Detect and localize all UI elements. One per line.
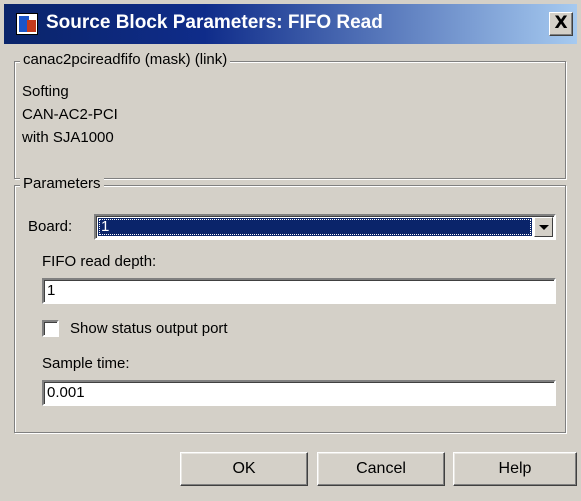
fifo-read-depth-label: FIFO read depth: xyxy=(42,253,157,270)
description-line-1: Softing xyxy=(22,83,69,100)
simulink-block-icon xyxy=(16,13,38,35)
window-title: Source Block Parameters: FIFO Read xyxy=(46,12,383,33)
description-legend: canac2pcireadfifo (mask) (link) xyxy=(20,51,231,68)
sample-time-label: Sample time: xyxy=(42,355,130,372)
description-line-3: with SJA1000 xyxy=(22,129,114,146)
parameters-legend: Parameters xyxy=(20,175,104,192)
help-button[interactable]: Help xyxy=(453,452,577,486)
chevron-down-icon xyxy=(539,225,549,230)
description-line-2: CAN-AC2-PCI xyxy=(22,106,118,123)
dialog-window: Source Block Parameters: FIFO Read X can… xyxy=(0,0,581,501)
show-status-checkbox[interactable] xyxy=(42,320,59,337)
close-button[interactable]: X xyxy=(549,12,573,36)
sample-time-input[interactable]: 0.001 xyxy=(42,380,556,406)
title-bar[interactable]: Source Block Parameters: FIFO Read X xyxy=(4,4,577,44)
cancel-button[interactable]: Cancel xyxy=(317,452,445,486)
board-selected-value: 1 xyxy=(98,218,532,236)
ok-button[interactable]: OK xyxy=(180,452,308,486)
board-label: Board: xyxy=(28,218,73,235)
board-select[interactable]: 1 xyxy=(94,214,556,240)
show-status-label[interactable]: Show status output port xyxy=(70,320,228,337)
board-dropdown-button[interactable] xyxy=(534,217,553,237)
fifo-read-depth-input[interactable]: 1 xyxy=(42,278,556,304)
